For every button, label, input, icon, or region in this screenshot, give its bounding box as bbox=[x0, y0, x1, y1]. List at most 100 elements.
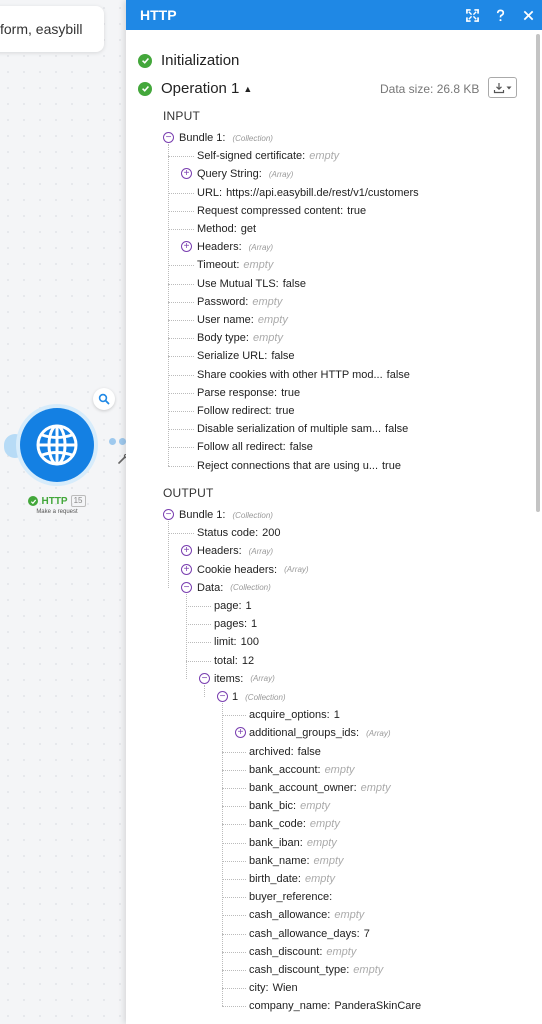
tree-node: Password: empty bbox=[197, 293, 282, 311]
panel-scrollbar[interactable] bbox=[536, 34, 540, 512]
tree-node: User name: empty bbox=[197, 311, 288, 329]
download-button[interactable] bbox=[488, 77, 517, 98]
tree-key: Method: bbox=[197, 223, 237, 235]
tree-node: Follow all redirect: false bbox=[197, 438, 313, 456]
tree-connector bbox=[186, 606, 211, 607]
tree-key: bank_account_owner: bbox=[249, 782, 357, 794]
tree-key: bank_iban: bbox=[249, 836, 303, 849]
collapse-icon[interactable]: − bbox=[163, 132, 174, 143]
tree-value: 1 bbox=[333, 709, 340, 722]
http-module-node[interactable] bbox=[4, 408, 94, 482]
tree-key: URL: bbox=[197, 186, 223, 199]
tree-type: (Array) bbox=[268, 169, 294, 179]
tree-node: cash_discount: empty bbox=[249, 943, 356, 961]
tree-connector bbox=[168, 356, 194, 358]
module-output-connector[interactable] bbox=[109, 438, 126, 445]
success-check-icon bbox=[138, 53, 152, 68]
globe-icon bbox=[36, 424, 78, 466]
tree-node-collapsible[interactable]: items: (Array) bbox=[214, 670, 275, 688]
tree-type: (Array) bbox=[248, 546, 274, 556]
tree-connector bbox=[168, 447, 194, 449]
help-button[interactable] bbox=[486, 0, 514, 30]
tree-key: Cookie headers: bbox=[197, 563, 278, 576]
initialization-step[interactable]: Initialization bbox=[138, 52, 239, 69]
tree-key: Status code: bbox=[197, 527, 259, 540]
tree-value: false bbox=[271, 350, 295, 363]
tree-type: (Collection) bbox=[230, 583, 271, 593]
caret-up-icon[interactable]: ▲ bbox=[243, 84, 252, 94]
tree-connector bbox=[168, 283, 194, 285]
expand-icon[interactable]: + bbox=[181, 241, 192, 253]
tree-node-collapsible[interactable]: Data: (Collection) bbox=[197, 579, 271, 597]
panel-body[interactable]: Initialization Operation 1 ▲ Data size: … bbox=[126, 30, 534, 1024]
operation-step[interactable]: Operation 1 ▲ bbox=[138, 80, 252, 97]
http-module-circle[interactable] bbox=[20, 408, 94, 482]
tree-key: bank_code: bbox=[249, 818, 306, 831]
tree-node-collapsible[interactable]: Cookie headers: (Array) bbox=[197, 561, 309, 579]
tree-node-collapsible[interactable]: Query String: (Array) bbox=[197, 165, 293, 183]
expand-icon[interactable]: + bbox=[235, 727, 246, 739]
collapse-icon[interactable]: − bbox=[199, 672, 210, 684]
tree-node: birth_date: empty bbox=[249, 870, 335, 888]
tree-connector bbox=[168, 392, 194, 394]
initialization-label: Initialization bbox=[161, 52, 240, 69]
tree-connector bbox=[222, 879, 246, 880]
module-subtitle: Make a request bbox=[36, 509, 78, 515]
tree-connector bbox=[186, 624, 211, 626]
tree-value: empty bbox=[313, 854, 344, 867]
tree-connector bbox=[222, 933, 246, 935]
tree-key: Password: bbox=[197, 295, 249, 308]
tree-node-collapsible[interactable]: Bundle 1: (Collection) bbox=[179, 506, 273, 524]
close-button[interactable] bbox=[514, 0, 542, 30]
tree-node-collapsible[interactable]: Headers: (Array) bbox=[197, 238, 273, 256]
tree-value: 12 bbox=[241, 654, 255, 667]
tree-key: cash_discount_type: bbox=[249, 964, 350, 976]
expand-icon[interactable]: + bbox=[181, 545, 192, 557]
tree-node: bank_code: empty bbox=[249, 815, 340, 833]
tree-connector bbox=[222, 806, 246, 808]
module-search-card[interactable]: form, easybill bbox=[0, 6, 104, 52]
tree-value: empty bbox=[304, 873, 335, 885]
tree-connector bbox=[222, 970, 246, 971]
tree-key: Headers: bbox=[197, 545, 242, 558]
tree-key: limit: bbox=[214, 636, 237, 649]
tree-key: bank_bic: bbox=[249, 800, 297, 813]
collapse-icon[interactable]: − bbox=[181, 581, 192, 593]
tree-node-collapsible[interactable]: 1 (Collection) bbox=[232, 688, 286, 706]
tree-node: Reject connections that are using u... tr… bbox=[197, 457, 401, 475]
collapse-icon[interactable]: − bbox=[217, 691, 228, 702]
tree-key: Follow all redirect: bbox=[197, 441, 286, 454]
tree-type: (Array) bbox=[284, 565, 309, 575]
module-name: HTTP bbox=[41, 495, 68, 507]
tree-node-collapsible[interactable]: additional_groups_ids: (Array) bbox=[249, 724, 391, 742]
tree-connector bbox=[168, 338, 194, 340]
tree-node: city: Wien bbox=[249, 979, 298, 997]
collapse-icon[interactable]: − bbox=[163, 509, 174, 520]
expand-button[interactable] bbox=[458, 0, 486, 30]
wrench-icon[interactable] bbox=[118, 454, 126, 464]
download-icon bbox=[493, 82, 505, 93]
tree-node: bank_name: empty bbox=[249, 852, 344, 870]
tree-node-collapsible[interactable]: Headers: (Array) bbox=[197, 542, 273, 560]
expand-icon[interactable]: + bbox=[181, 168, 192, 180]
tree-node-collapsible[interactable]: Bundle 1: (Collection) bbox=[179, 129, 273, 147]
tree-value: get bbox=[240, 223, 257, 235]
expand-icon[interactable]: + bbox=[181, 563, 192, 575]
tree-node: acquire_options: 1 bbox=[249, 706, 340, 724]
tree-type: (Array) bbox=[248, 242, 274, 252]
output-section-label: OUTPUT bbox=[163, 486, 214, 500]
tree-value: false bbox=[297, 745, 321, 758]
expand-icon bbox=[465, 8, 479, 22]
tree-value: empty bbox=[326, 945, 357, 958]
tree-value: empty bbox=[324, 763, 355, 776]
tree-connector bbox=[222, 988, 246, 990]
tree-value: empty bbox=[306, 836, 337, 849]
tree-key: birth_date: bbox=[249, 873, 301, 885]
question-icon bbox=[496, 9, 504, 21]
tree-connector bbox=[168, 533, 194, 535]
scenario-canvas[interactable]: form, easybill HTTP 15 Make a request bbox=[0, 0, 126, 1024]
tree-connector bbox=[168, 156, 194, 158]
data-size-label: Data size: 26.8 KB bbox=[380, 82, 480, 96]
magnifier-icon[interactable] bbox=[93, 388, 115, 410]
tree-node: Serialize URL: false bbox=[197, 347, 295, 365]
